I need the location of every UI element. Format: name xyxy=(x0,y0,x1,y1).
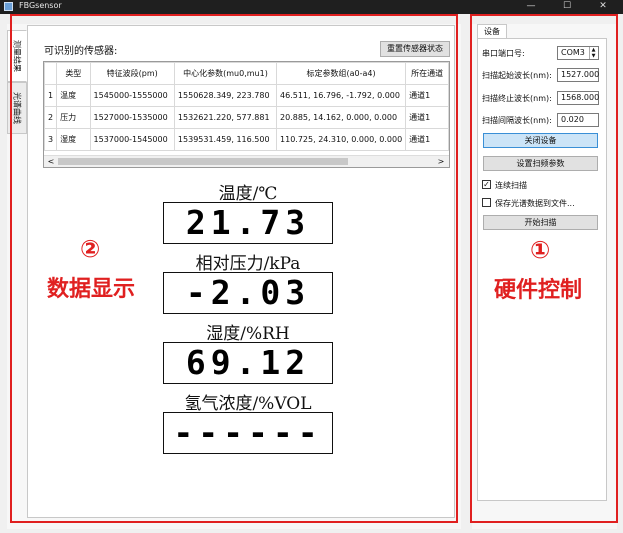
hardware-control-annotation-label: 硬件控制 xyxy=(494,278,583,303)
data-display-annotation-box xyxy=(10,14,458,523)
data-display-annotation-label: 数据显示 xyxy=(47,277,136,302)
app-icon xyxy=(4,2,13,11)
close-window-button[interactable]: ✕ xyxy=(586,0,620,14)
hardware-control-number: ① xyxy=(530,236,551,264)
hardware-control-annotation-box xyxy=(470,14,618,523)
window-title: FBGsensor xyxy=(19,1,62,10)
data-display-number: ② xyxy=(80,235,101,263)
title-bar: FBGsensor — ☐ ✕ xyxy=(0,0,623,14)
maximize-button[interactable]: ☐ xyxy=(550,0,584,14)
minimize-button[interactable]: — xyxy=(514,0,548,14)
